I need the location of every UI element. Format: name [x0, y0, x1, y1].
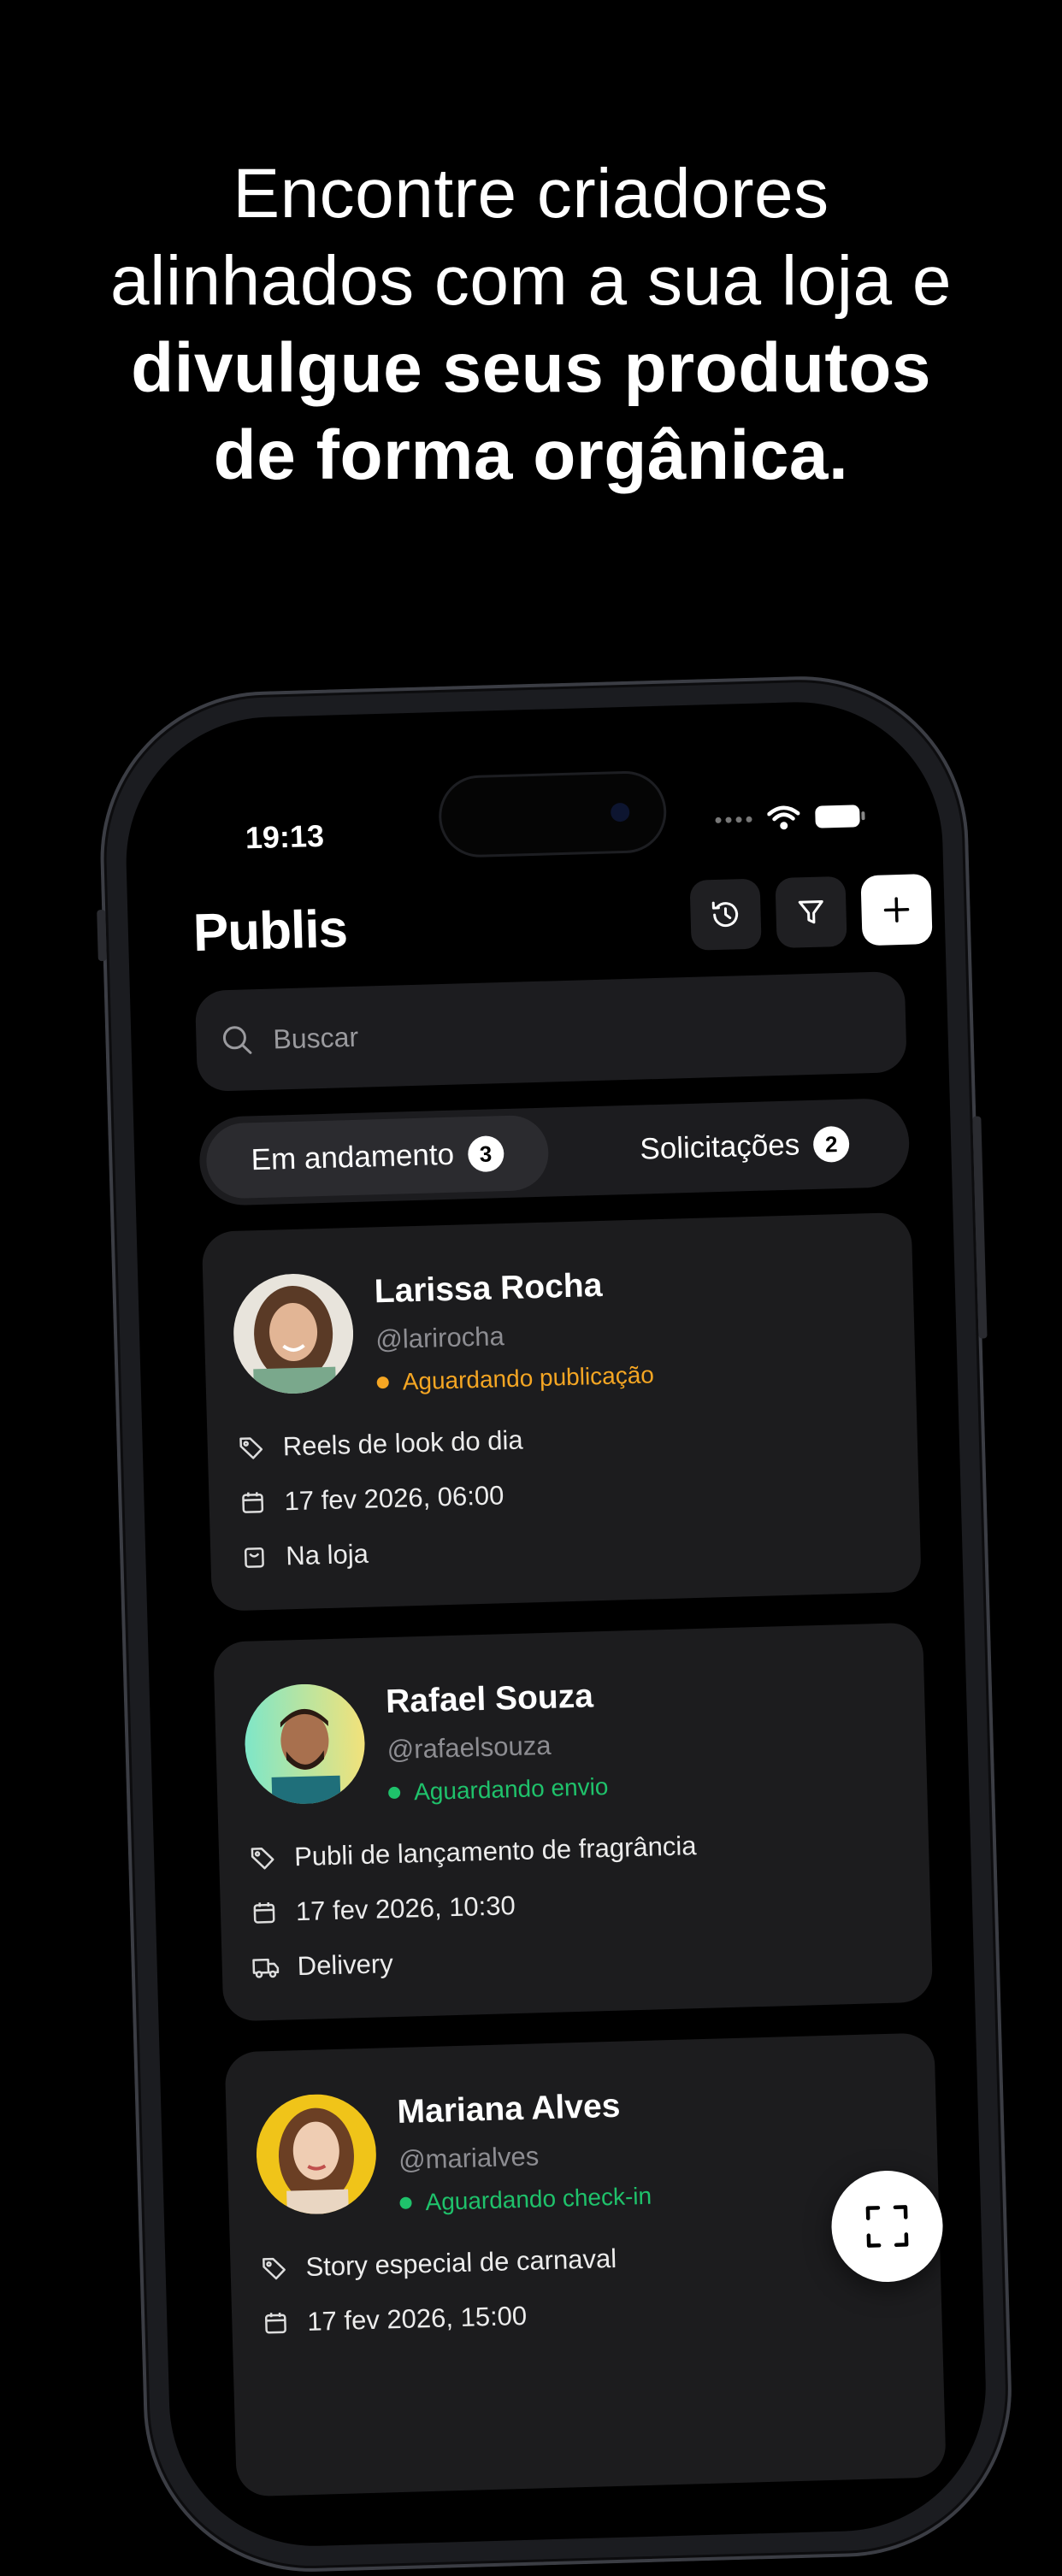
creator-handle: @rafaelsouza	[386, 1730, 552, 1765]
tab-solicitacoes[interactable]: Solicitações 2	[639, 1106, 850, 1188]
phone-frame: 19:13 Publis Buscar Em andamento 3 Solic…	[96, 671, 1017, 2576]
status-text: Aguardando envio	[413, 1772, 609, 1806]
filter-button[interactable]	[775, 875, 847, 949]
tag-icon	[239, 1437, 263, 1459]
search-input[interactable]	[270, 1006, 831, 1057]
bag-icon	[244, 1547, 264, 1568]
status-text: Aguardando publicação	[402, 1361, 655, 1395]
creator-name: Larissa Rocha	[374, 1266, 603, 1311]
publi-mode: Delivery	[297, 1948, 394, 1982]
tab-label: Solicitações	[639, 1128, 800, 1166]
tab-count-badge: 2	[812, 1125, 850, 1163]
add-button[interactable]	[860, 873, 933, 946]
publi-date: 17 fev 2026, 15:00	[306, 2300, 528, 2337]
calendar-icon	[253, 1902, 275, 1924]
status-dot	[399, 2196, 412, 2209]
publi-date-row: 17 fev 2026, 10:30	[250, 1890, 516, 1929]
status-badge: Aguardando check-in	[399, 2183, 652, 2217]
tab-label: Em andamento	[251, 1137, 455, 1177]
status-badge: Aguardando publicação	[376, 1361, 654, 1396]
wifi-icon	[767, 805, 800, 830]
publi-title: Publi de lançamento de fragrância	[293, 1830, 697, 1872]
publi-title: Story especial de carnaval	[305, 2243, 617, 2283]
avatar	[232, 1272, 356, 1395]
calendar-icon	[264, 2312, 286, 2334]
battery-icon	[815, 805, 860, 828]
calendar-icon	[242, 1492, 264, 1513]
tag-icon	[251, 1848, 274, 1870]
headline-line-4: de forma orgânica.	[213, 416, 849, 494]
signal-icon	[715, 816, 752, 823]
publi-date-row: 17 fev 2026, 06:00	[238, 1480, 504, 1518]
publi-title-row: Story especial de carnaval	[259, 2243, 617, 2284]
creator-handle: @larirocha	[375, 1321, 505, 1355]
tab-bar: Em andamento 3 Solicitações 2	[198, 1097, 911, 1206]
tab-count-badge: 3	[467, 1135, 504, 1173]
camera-icon	[610, 802, 630, 822]
headline-line-3: divulgue seus produtos	[131, 329, 931, 407]
status-text: Aguardando check-in	[425, 2182, 652, 2216]
creator-handle: @marialves	[398, 2141, 540, 2175]
status-dot	[387, 1786, 401, 1800]
status-badge: Aguardando envio	[387, 1772, 609, 1807]
publi-mode: Na loja	[285, 1538, 369, 1571]
search-bar[interactable]	[194, 970, 907, 1093]
publi-title: Reels de look do dia	[282, 1424, 524, 1462]
search-icon	[222, 1026, 252, 1054]
publi-card[interactable]: Rafael Souza @rafaelsouza Aguardando env…	[213, 1622, 934, 2022]
tab-em-andamento[interactable]: Em andamento 3	[205, 1114, 550, 1200]
creator-name: Rafael Souza	[385, 1677, 594, 1721]
app-screen: 19:13 Publis Buscar Em andamento 3 Solic…	[122, 698, 990, 2550]
headline-line-1: Encontre criadores	[233, 155, 829, 233]
publi-card[interactable]: Larissa Rocha @larirocha Aguardando publ…	[201, 1211, 922, 1612]
headline-line-2: alinhados com a sua loja e	[110, 242, 952, 320]
publi-title-row: Reels de look do dia	[236, 1425, 523, 1464]
publi-mode-row: Delivery	[251, 1948, 393, 1984]
status-dot	[376, 1376, 389, 1389]
side-button-power	[972, 1116, 988, 1339]
scan-icon	[865, 2205, 909, 2248]
status-time: 19:13	[245, 817, 325, 856]
creator-name: Mariana Alves	[396, 2087, 621, 2131]
publi-date: 17 fev 2026, 10:30	[295, 1890, 516, 1927]
filter-icon	[798, 900, 823, 924]
page-title: Publis	[192, 899, 348, 964]
publi-title-row: Publi de lançamento de fragrância	[248, 1830, 697, 1874]
history-button[interactable]	[689, 878, 762, 951]
plus-icon	[883, 897, 910, 923]
dynamic-island	[440, 772, 665, 856]
avatar	[254, 2092, 378, 2216]
status-icons	[715, 803, 860, 833]
publi-date-row: 17 fev 2026, 15:00	[261, 2301, 528, 2339]
side-button-action	[97, 909, 107, 962]
headline: Encontre criadores alinhados com a sua l…	[0, 150, 1062, 499]
truck-icon	[252, 1958, 280, 1978]
history-icon	[711, 901, 739, 928]
publi-date: 17 fev 2026, 06:00	[284, 1480, 504, 1517]
avatar	[243, 1682, 367, 1806]
publi-mode-row: Na loja	[239, 1539, 369, 1573]
tag-icon	[263, 2257, 286, 2280]
publi-card[interactable]: Mariana Alves @marialves Aguardando chec…	[224, 2032, 947, 2497]
